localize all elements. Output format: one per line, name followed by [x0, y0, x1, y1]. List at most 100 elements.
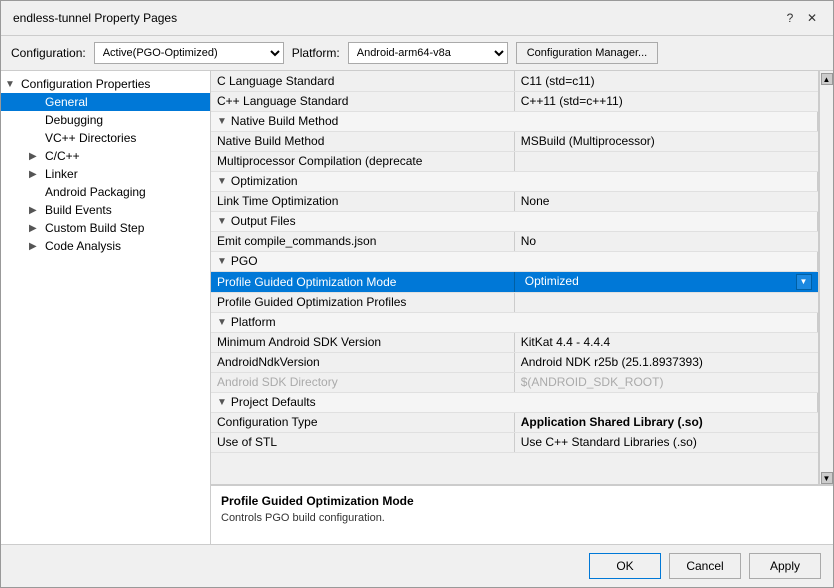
sidebar-item-cpp[interactable]: ▶ C/C++: [1, 147, 210, 165]
cancel-button[interactable]: Cancel: [669, 553, 741, 579]
collapse-icon: ▼: [217, 216, 227, 227]
prop-name: C Language Standard: [211, 71, 514, 91]
prop-value: None: [514, 191, 817, 211]
prop-value-bold: Application Shared Library (.so): [514, 412, 817, 432]
props-table: C Language Standard C11 (std=c11) C++ La…: [211, 71, 819, 484]
expand-icon: ▶: [29, 169, 43, 180]
prop-value-selected: Optimized ▼: [514, 271, 817, 292]
table-row: Link Time Optimization None: [211, 191, 818, 211]
prop-name: Configuration Type: [211, 412, 514, 432]
config-label: Configuration:: [11, 46, 86, 60]
expand-icon: ▶: [29, 223, 43, 234]
table-row: C Language Standard C11 (std=c11): [211, 71, 818, 91]
main-content: ▼ Configuration Properties General Debug…: [1, 71, 833, 544]
table-row: Minimum Android SDK Version KitKat 4.4 -…: [211, 332, 818, 352]
tree-item-label: Debugging: [45, 113, 103, 127]
dropdown-arrow-icon[interactable]: ▼: [796, 274, 812, 290]
properties-panel: C Language Standard C11 (std=c11) C++ La…: [211, 71, 833, 544]
expand-icon: ▶: [29, 241, 43, 252]
ok-button[interactable]: OK: [589, 553, 661, 579]
section-title: ▼ Optimization: [211, 171, 818, 191]
scroll-up-button[interactable]: ▲: [821, 73, 833, 85]
tree-item-label: Linker: [45, 167, 78, 181]
section-header-native-build: ▼ Native Build Method: [211, 111, 818, 131]
sidebar-item-general[interactable]: General: [1, 93, 210, 111]
tree-item-label: VC++ Directories: [45, 131, 136, 145]
property-pages-dialog: endless-tunnel Property Pages ? ✕ Config…: [0, 0, 834, 588]
expand-icon: ▶: [29, 205, 43, 216]
sidebar-item-android-packaging[interactable]: Android Packaging: [1, 183, 210, 201]
sidebar-item-build-events[interactable]: ▶ Build Events: [1, 201, 210, 219]
tree-item-label: C/C++: [45, 149, 80, 163]
prop-value: KitKat 4.4 - 4.4.4: [514, 332, 817, 352]
prop-value: MSBuild (Multiprocessor): [514, 131, 817, 151]
collapse-icon: ▼: [217, 176, 227, 187]
expand-icon: ▶: [29, 151, 43, 162]
table-row: Configuration Type Application Shared Li…: [211, 412, 818, 432]
close-button[interactable]: ✕: [803, 9, 821, 27]
dialog-title: endless-tunnel Property Pages: [13, 11, 177, 25]
platform-select[interactable]: Android-arm64-v8a: [348, 42, 508, 64]
bottom-bar: OK Cancel Apply: [1, 544, 833, 587]
tree-root-label: Configuration Properties: [21, 77, 150, 91]
table-row-selected[interactable]: Profile Guided Optimization Mode Optimiz…: [211, 271, 818, 292]
sidebar-item-code-analysis[interactable]: ▶ Code Analysis: [1, 237, 210, 255]
prop-name-selected: Profile Guided Optimization Mode: [211, 271, 514, 292]
prop-value: [514, 292, 817, 312]
prop-value: No: [514, 231, 817, 251]
prop-name: Native Build Method: [211, 131, 514, 151]
section-header-optimization: ▼ Optimization: [211, 171, 818, 191]
props-with-scroll: C Language Standard C11 (std=c11) C++ La…: [211, 71, 833, 484]
configuration-select[interactable]: Active(PGO-Optimized): [94, 42, 284, 64]
section-header-output-files: ▼ Output Files: [211, 211, 818, 231]
prop-value: Use C++ Standard Libraries (.so): [514, 432, 817, 452]
prop-value: Android NDK r25b (25.1.8937393): [514, 352, 817, 372]
sidebar-item-custom-build-step[interactable]: ▶ Custom Build Step: [1, 219, 210, 237]
scrollbar[interactable]: ▲ ▼: [819, 71, 833, 484]
platform-label: Platform:: [292, 46, 340, 60]
section-header-platform: ▼ Platform: [211, 312, 818, 332]
prop-value: C11 (std=c11): [514, 71, 817, 91]
section-title: ▼ Output Files: [211, 211, 818, 231]
optimized-badge: Optimized: [521, 274, 583, 288]
config-bar: Configuration: Active(PGO-Optimized) Pla…: [1, 36, 833, 71]
table-row: Android SDK Directory $(ANDROID_SDK_ROOT…: [211, 372, 818, 392]
table-row: Multiprocessor Compilation (deprecate: [211, 151, 818, 171]
collapse-icon: ▼: [217, 397, 227, 408]
tree-root-item[interactable]: ▼ Configuration Properties: [1, 75, 210, 93]
collapse-icon: ▼: [217, 116, 227, 127]
section-title: ▼ Platform: [211, 312, 818, 332]
collapse-icon: ▼: [217, 317, 227, 328]
tree-panel: ▼ Configuration Properties General Debug…: [1, 71, 211, 544]
collapse-icon: ▼: [5, 79, 19, 90]
section-header-pgo: ▼ PGO: [211, 251, 818, 271]
section-title: ▼ PGO: [211, 251, 818, 271]
table-row: C++ Language Standard C++11 (std=c++11): [211, 91, 818, 111]
prop-name-grayed: Android SDK Directory: [211, 372, 514, 392]
prop-name: AndroidNdkVersion: [211, 352, 514, 372]
scroll-down-button[interactable]: ▼: [821, 472, 833, 484]
collapse-icon: ▼: [217, 256, 227, 267]
apply-button[interactable]: Apply: [749, 553, 821, 579]
table-row: Profile Guided Optimization Profiles: [211, 292, 818, 312]
table-row: Native Build Method MSBuild (Multiproces…: [211, 131, 818, 151]
help-button[interactable]: ?: [781, 9, 799, 27]
title-bar-buttons: ? ✕: [781, 9, 821, 27]
prop-name: Use of STL: [211, 432, 514, 452]
prop-name: Minimum Android SDK Version: [211, 332, 514, 352]
tree-item-label: Code Analysis: [45, 239, 121, 253]
sidebar-item-linker[interactable]: ▶ Linker: [1, 165, 210, 183]
prop-value: [514, 151, 817, 171]
section-title: ▼ Native Build Method: [211, 111, 818, 131]
prop-value-grayed: $(ANDROID_SDK_ROOT): [514, 372, 817, 392]
prop-name: Link Time Optimization: [211, 191, 514, 211]
tree-item-label: General: [45, 95, 88, 109]
sidebar-item-debugging[interactable]: Debugging: [1, 111, 210, 129]
description-panel: Profile Guided Optimization Mode Control…: [211, 484, 833, 544]
prop-name: Emit compile_commands.json: [211, 231, 514, 251]
config-manager-button[interactable]: Configuration Manager...: [516, 42, 658, 64]
title-bar: endless-tunnel Property Pages ? ✕: [1, 1, 833, 36]
tree-item-label: Custom Build Step: [45, 221, 144, 235]
sidebar-item-vc-directories[interactable]: VC++ Directories: [1, 129, 210, 147]
tree-item-label: Build Events: [45, 203, 112, 217]
